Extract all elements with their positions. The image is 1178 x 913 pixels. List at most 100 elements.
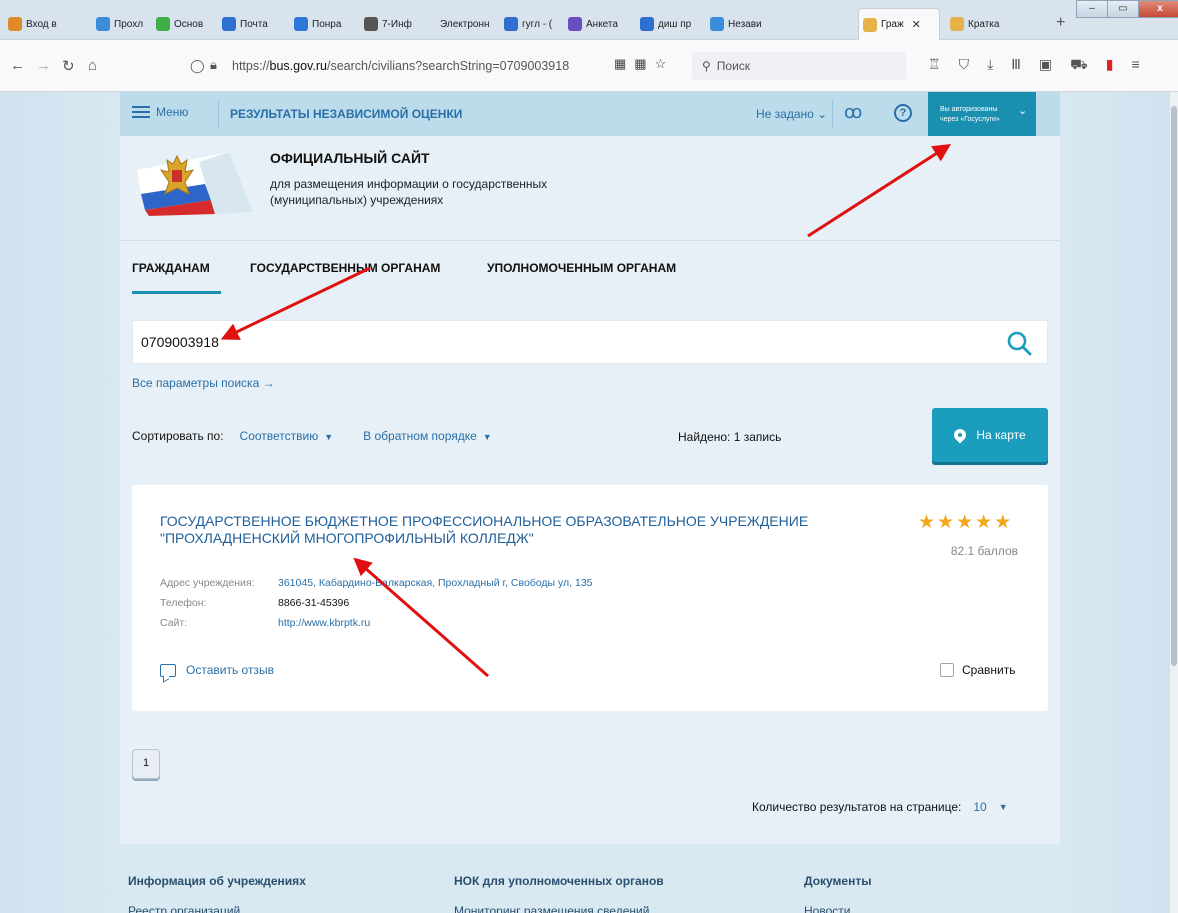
browser-tab[interactable]: гугл - (: [500, 13, 566, 35]
scrollbar[interactable]: [1170, 92, 1178, 913]
page-viewport: Меню РЕЗУЛЬТАТЫ НЕЗАВИСИМОЙ ОЦЕНКИ Не за…: [0, 92, 1178, 913]
browser-tab-active[interactable]: Граж ✕: [858, 8, 940, 40]
footer: Информация об учреждениях Реестр организ…: [120, 844, 1060, 913]
home-icon[interactable]: ⌂: [88, 57, 97, 74]
results-count: Найдено: 1 запись: [678, 430, 782, 444]
footer-heading[interactable]: НОК для уполномоченных органов: [454, 874, 664, 888]
browser-tab[interactable]: диш пр: [636, 13, 696, 35]
caret-down-icon[interactable]: ▼: [999, 802, 1008, 812]
tab-favicon-icon: [863, 17, 877, 32]
cart-icon[interactable]: ⛟: [1070, 56, 1088, 75]
pagination-page-button[interactable]: 1: [132, 749, 160, 779]
footer-link[interactable]: Новости: [804, 904, 850, 913]
region-dropdown[interactable]: Не задано ⌄: [756, 107, 827, 121]
browser-tab[interactable]: 7-Инф: [360, 13, 422, 35]
leave-review-button[interactable]: Оставить отзыв: [160, 663, 274, 677]
flag-icon[interactable]: ▮: [1106, 56, 1114, 75]
minimize-button[interactable]: –: [1076, 0, 1108, 18]
browser-tab[interactable]: Кратка: [946, 13, 1016, 35]
map-pin-icon: [951, 426, 969, 444]
browser-tab[interactable]: Почта: [218, 13, 280, 35]
maximize-button[interactable]: ▭: [1107, 0, 1139, 18]
close-window-button[interactable]: x: [1138, 0, 1178, 18]
comment-icon: [160, 663, 176, 677]
star-icon: ★: [994, 512, 1012, 533]
compare-checkbox[interactable]: Сравнить: [940, 663, 1015, 677]
extension-icon[interactable]: ♖: [928, 56, 941, 75]
forward-arrow-icon[interactable]: →: [36, 57, 51, 74]
hamburger-menu-icon[interactable]: ≡: [1132, 56, 1140, 75]
results-link[interactable]: РЕЗУЛЬТАТЫ НЕЗАВИСИМОЙ ОЦЕНКИ: [230, 107, 462, 121]
tab-favicon-icon: [568, 17, 582, 31]
tab-citizens[interactable]: ГРАЖДАНАМ: [132, 261, 210, 275]
browser-tab[interactable]: Основ: [152, 13, 216, 35]
download-icon[interactable]: ⤓: [987, 56, 993, 75]
star-icon: ★: [975, 512, 993, 533]
phone-value: 8866-31-45396: [278, 597, 350, 609]
footer-link[interactable]: Мониторинг размещения сведений: [454, 904, 649, 913]
tab-favicon-icon: [640, 17, 654, 31]
tab-authorized-bodies[interactable]: УПОЛНОМОЧЕННЫМ ОРГАНАМ: [487, 261, 676, 275]
library-icon[interactable]: Ⅲ: [1011, 56, 1021, 75]
briefcase-icon[interactable]: ▣: [1039, 56, 1052, 75]
window-controls: – ▭ x: [1076, 0, 1178, 18]
tab-state-bodies[interactable]: ГОСУДАРСТВЕННЫМ ОРГАНАМ: [250, 261, 440, 275]
hamburger-icon: [132, 106, 150, 118]
qr-code-icon[interactable]: ▦: [614, 56, 626, 72]
checkbox[interactable]: [940, 663, 954, 677]
footer-link[interactable]: Реестр организаций: [128, 904, 240, 913]
address-label: Адрес учреждения:: [160, 577, 255, 589]
rating-score: 82.1 баллов: [950, 544, 1018, 558]
site-top-bar: Меню РЕЗУЛЬТАТЫ НЕЗАВИСИМОЙ ОЦЕНКИ Не за…: [120, 92, 1060, 136]
address-bar[interactable]: https://bus.gov.ru/search/civilians?sear…: [232, 59, 569, 73]
per-page-dropdown[interactable]: 10: [973, 800, 986, 814]
sort-relevance-dropdown[interactable]: Соответствию ▼: [240, 429, 334, 443]
menu-button[interactable]: Меню: [132, 105, 188, 119]
footer-heading[interactable]: Документы: [804, 874, 871, 888]
website-link[interactable]: http://www.kbrptk.ru: [278, 617, 370, 629]
tab-favicon-icon: [156, 17, 170, 31]
chevron-down-icon: ⌄: [817, 107, 828, 121]
show-on-map-button[interactable]: На карте: [932, 408, 1048, 462]
close-tab-icon[interactable]: ✕: [912, 18, 921, 31]
footer-heading[interactable]: Информация об учреждениях: [128, 874, 306, 888]
browser-tab[interactable]: Незави: [706, 13, 768, 35]
browser-tab[interactable]: Электронн: [436, 13, 498, 35]
search-input[interactable]: 0709003918: [132, 320, 1048, 364]
back-arrow-icon[interactable]: ←: [10, 57, 25, 74]
browser-tab[interactable]: Прохл: [92, 13, 156, 35]
tab-favicon-icon: [364, 17, 378, 31]
pocket-icon[interactable]: ⛉: [959, 56, 970, 75]
tab-favicon-icon: [96, 17, 110, 31]
lock-icon[interactable]: 🔒︎: [210, 57, 217, 73]
bookmark-star-icon[interactable]: ☆: [655, 56, 667, 72]
browser-search-input[interactable]: ⚲ Поиск: [692, 52, 906, 80]
search-icon: ⚲: [702, 59, 711, 73]
sort-label: Сортировать по:: [132, 429, 224, 443]
organization-name-link[interactable]: ГОСУДАРСТВЕННОЕ БЮДЖЕТНОЕ ПРОФЕССИОНАЛЬН…: [160, 513, 860, 547]
browser-tab[interactable]: Анкета: [564, 13, 630, 35]
all-search-params-link[interactable]: Все параметры поиска →: [132, 376, 275, 390]
tab-favicon-icon: [8, 17, 22, 31]
glasses-icon[interactable]: ꝏ: [844, 102, 862, 123]
shield-icon[interactable]: ◯: [190, 58, 205, 74]
site-container: Меню РЕЗУЛЬТАТЫ НЕЗАВИСИМОЙ ОЦЕНКИ Не за…: [120, 92, 1060, 913]
address-link[interactable]: 361045, Кабардино-Балкарская, Прохладный…: [278, 577, 593, 589]
reader-icon[interactable]: ▦: [634, 56, 646, 72]
scrollbar-thumb[interactable]: [1171, 106, 1177, 666]
emblem-logo[interactable]: [137, 148, 253, 216]
result-card: ГОСУДАРСТВЕННОЕ БЮДЖЕТНОЕ ПРОФЕССИОНАЛЬН…: [132, 485, 1048, 711]
star-icon: ★: [956, 512, 974, 533]
star-icon: ★: [937, 512, 955, 533]
divider: [832, 100, 833, 128]
help-icon[interactable]: ?: [894, 104, 912, 122]
search-icon[interactable]: [1004, 328, 1034, 358]
rating-stars: ★ ★ ★ ★ ★: [918, 513, 1011, 532]
reload-icon[interactable]: ↻: [62, 57, 75, 75]
new-tab-button[interactable]: +: [1056, 14, 1065, 32]
sort-order-dropdown[interactable]: В обратном порядке ▼: [363, 429, 492, 443]
browser-tab[interactable]: Понра: [290, 13, 354, 35]
browser-tab[interactable]: Вход в: [4, 13, 66, 35]
auth-button[interactable]: Вы авторизованы через «Госуслуги» ⌄: [928, 92, 1036, 136]
results-per-page: Количество результатов на странице: 10 ▼: [752, 800, 1008, 814]
